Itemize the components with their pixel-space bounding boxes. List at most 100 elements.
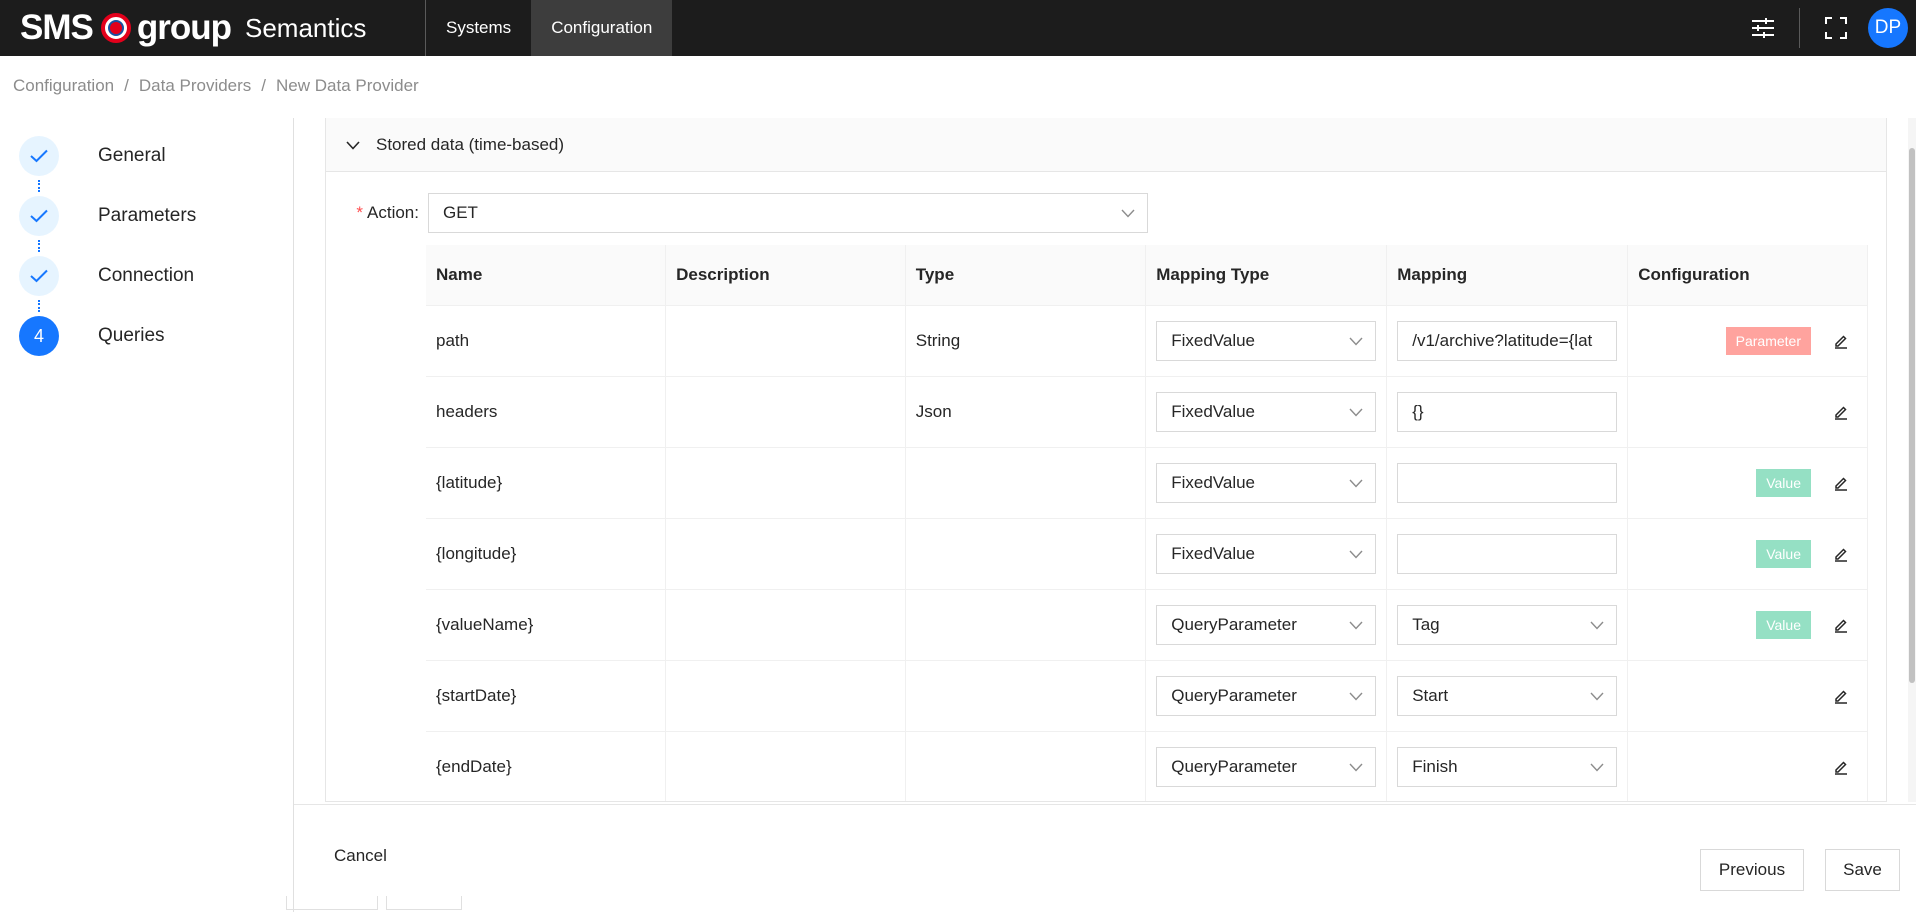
- edit-icon[interactable]: [1829, 613, 1853, 637]
- nav-item-configuration[interactable]: Configuration: [531, 0, 673, 56]
- ghost-button-outline: [286, 896, 378, 910]
- action-select[interactable]: GET: [428, 193, 1148, 233]
- value-tag: Value: [1756, 610, 1811, 639]
- step-number: 4: [19, 316, 59, 356]
- cell-description: [665, 589, 906, 661]
- step-connector: [38, 180, 40, 192]
- save-button[interactable]: Save: [1825, 849, 1900, 891]
- cell-description: [665, 376, 906, 448]
- cell-type: String: [905, 305, 1147, 377]
- cell-description: [665, 305, 906, 377]
- step-label: Queries: [98, 325, 165, 346]
- brand-logo[interactable]: SMS group Semantics: [0, 0, 426, 56]
- value-tag: Value: [1756, 468, 1811, 497]
- mapping-type-select[interactable]: FixedValue: [1156, 391, 1377, 432]
- breadcrumb-new-data-provider: New Data Provider: [276, 76, 419, 95]
- breadcrumb-data-providers[interactable]: Data Providers: [139, 76, 251, 96]
- top-bar: SMS group Semantics Systems Configuratio…: [0, 0, 1916, 56]
- step-general[interactable]: General: [19, 136, 166, 176]
- mapping-select[interactable]: Start: [1397, 675, 1618, 716]
- mapping-input[interactable]: [1397, 533, 1618, 574]
- column-header-type: Type: [905, 245, 1147, 306]
- step-connector: [38, 240, 40, 252]
- step-label: Parameters: [98, 205, 197, 226]
- edit-icon[interactable]: [1829, 755, 1853, 779]
- cell-configuration: [1627, 660, 1868, 732]
- mapping-type-select[interactable]: QueryParameter: [1156, 746, 1377, 787]
- app-name: Semantics: [245, 12, 367, 43]
- mapping-value: Finish: [1412, 756, 1458, 776]
- mapping-type-value: FixedValue: [1171, 543, 1256, 563]
- mapping-type-select[interactable]: FixedValue: [1156, 533, 1377, 574]
- table-row: {longitude} FixedValue Value: [426, 518, 1868, 590]
- cell-name: {latitude}: [426, 447, 667, 519]
- value-tag: Value: [1756, 539, 1811, 568]
- table-row: {startDate} QueryParameter Start: [426, 660, 1868, 732]
- cell-name: {valueName}: [426, 589, 667, 661]
- edit-icon[interactable]: [1829, 684, 1853, 708]
- nav-item-systems[interactable]: Systems: [426, 0, 531, 56]
- mapping-input[interactable]: [1397, 391, 1618, 432]
- collapse-header[interactable]: Stored data (time-based): [326, 118, 1886, 172]
- edit-icon[interactable]: [1829, 400, 1853, 424]
- mapping-select[interactable]: Finish: [1397, 746, 1618, 787]
- cell-mapping: Tag: [1386, 589, 1629, 661]
- mapping-type-value: FixedValue: [1171, 401, 1256, 421]
- step-parameters[interactable]: Parameters: [19, 196, 196, 236]
- mapping-input[interactable]: [1397, 320, 1618, 361]
- chevron-down-icon: [1590, 686, 1604, 706]
- user-avatar[interactable]: DP: [1868, 8, 1908, 48]
- sliders-icon[interactable]: [1735, 0, 1791, 56]
- mapping-input[interactable]: [1397, 462, 1618, 503]
- chevron-down-icon: [1121, 203, 1135, 223]
- table-row: {valueName} QueryParameter Tag Value: [426, 589, 1868, 661]
- cell-mapping-type: FixedValue: [1145, 305, 1388, 377]
- previous-button[interactable]: Previous: [1700, 849, 1804, 891]
- cell-name: {startDate}: [426, 660, 667, 732]
- cell-mapping-type: QueryParameter: [1145, 589, 1388, 661]
- chevron-down-icon: [1349, 473, 1363, 493]
- mapping-type-select[interactable]: FixedValue: [1156, 462, 1377, 503]
- logo-group-text: group: [136, 8, 232, 47]
- parameter-tag: Parameter: [1725, 326, 1811, 355]
- step-label: Connection: [98, 265, 195, 286]
- breadcrumb-configuration[interactable]: Configuration: [13, 76, 114, 96]
- edit-icon[interactable]: [1829, 471, 1853, 495]
- mapping-type-value: QueryParameter: [1171, 614, 1297, 634]
- cell-mapping-type: FixedValue: [1145, 447, 1388, 519]
- cell-mapping: [1386, 518, 1629, 590]
- edit-icon[interactable]: [1829, 329, 1853, 353]
- cell-mapping-type: QueryParameter: [1145, 731, 1388, 801]
- step-connection[interactable]: Connection: [19, 256, 194, 296]
- cancel-button[interactable]: Cancel: [334, 846, 387, 866]
- mapping-value: Tag: [1412, 614, 1440, 634]
- mapping-type-select[interactable]: QueryParameter: [1156, 675, 1377, 716]
- mapping-type-select[interactable]: FixedValue: [1156, 320, 1377, 361]
- logo-sms-text: SMS: [20, 8, 94, 47]
- step-queries[interactable]: 4 Queries: [19, 316, 165, 356]
- section-title: Stored data (time-based): [376, 134, 565, 154]
- step-connector: [38, 300, 40, 312]
- table-row: headers Json FixedValue: [426, 376, 1868, 448]
- edit-icon[interactable]: [1829, 542, 1853, 566]
- mapping-type-value: FixedValue: [1171, 472, 1256, 492]
- column-header-description: Description: [665, 245, 906, 306]
- cell-type: [905, 518, 1147, 590]
- mapping-select[interactable]: Tag: [1397, 604, 1618, 645]
- top-right-actions: DP: [1735, 0, 1916, 56]
- chevron-down-icon: [1590, 757, 1604, 777]
- mapping-type-value: FixedValue: [1171, 330, 1256, 350]
- ghost-button-outline: [386, 896, 462, 910]
- chevron-down-icon: [1349, 402, 1363, 422]
- cell-type: Json: [905, 376, 1147, 448]
- breadcrumb: Configuration / Data Providers / New Dat…: [13, 76, 419, 96]
- cell-configuration: [1627, 376, 1868, 448]
- scrollbar-thumb[interactable]: [1909, 148, 1915, 683]
- cell-mapping: Start: [1386, 660, 1629, 732]
- cell-type: [905, 731, 1147, 801]
- mapping-type-select[interactable]: QueryParameter: [1156, 604, 1377, 645]
- fullscreen-icon[interactable]: [1808, 0, 1864, 56]
- cell-configuration: Value: [1627, 447, 1868, 519]
- breadcrumb-separator: /: [261, 76, 267, 95]
- mapping-table: Name Description Type Mapping Type Mappi…: [426, 245, 1868, 801]
